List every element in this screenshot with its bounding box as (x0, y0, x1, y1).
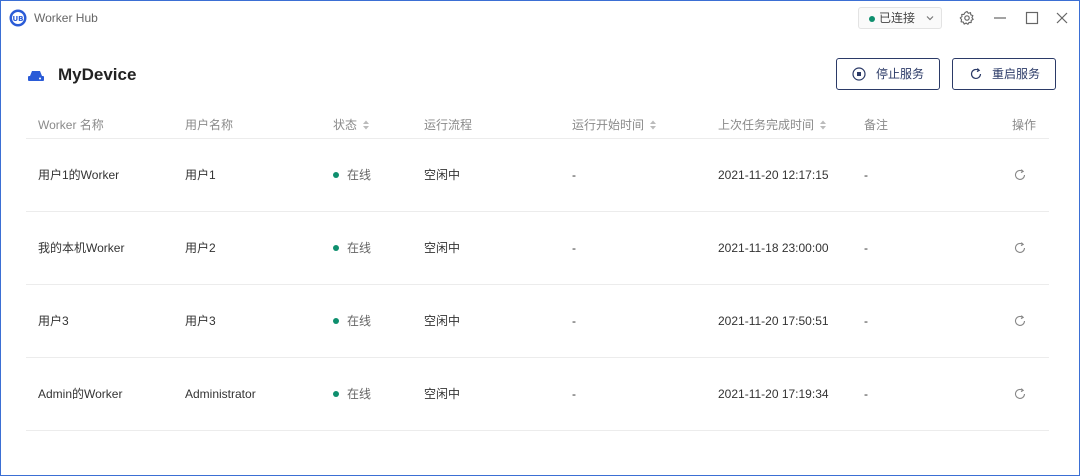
cell-last-finished: 2021-11-20 12:17:15 (718, 168, 829, 182)
stop-service-button[interactable]: 停止服务 (836, 58, 940, 90)
cell-worker-name: Admin的Worker (38, 387, 123, 401)
cell-user-name: Administrator (185, 387, 256, 401)
cell-note: - (864, 314, 868, 328)
column-header-name: Worker 名称 (38, 118, 104, 132)
device-icon (28, 71, 44, 81)
column-header-status[interactable]: 状态 (333, 118, 370, 133)
app-title: Worker Hub (34, 11, 98, 25)
cell-last-finished: 2021-11-20 17:19:34 (718, 387, 829, 401)
stop-circle-icon (852, 67, 866, 81)
column-header-ops: 操作 (1012, 118, 1037, 132)
sort-icon[interactable] (649, 119, 657, 131)
sort-icon[interactable] (819, 119, 827, 131)
cell-worker-name: 用户3 (38, 314, 69, 328)
column-header-flow: 运行流程 (424, 118, 473, 132)
cell-flow: 空闲中 (424, 168, 461, 182)
table-row: 用户1的Worker 用户1 在线 空闲中 - 2021-11-20 12:17… (26, 139, 1049, 212)
app-window: UB Worker Hub 已连接 MyDevice 停止服务 重启服务 Wor… (0, 0, 1080, 476)
restart-service-button[interactable]: 重启服务 (952, 58, 1056, 90)
column-header-last-finished[interactable]: 上次任务完成时间 (718, 118, 827, 133)
refresh-icon[interactable] (1013, 314, 1027, 328)
cell-worker-name: 用户1的Worker (38, 168, 120, 182)
page-title: MyDevice (58, 65, 137, 84)
column-header-note: 备注 (864, 118, 889, 132)
status-label: 在线 (347, 314, 372, 328)
cell-note: - (864, 241, 868, 255)
cell-flow: 空闲中 (424, 241, 461, 255)
refresh-icon[interactable] (1013, 241, 1027, 255)
column-header-start-time-label: 运行开始时间 (572, 118, 645, 132)
sort-icon[interactable] (362, 119, 370, 131)
status-label: 在线 (347, 241, 372, 255)
connection-status-label: 已连接 (879, 11, 916, 25)
cell-flow: 空闲中 (424, 314, 461, 328)
close-icon[interactable] (1053, 9, 1071, 27)
cell-start-time: - (572, 241, 576, 255)
cell-last-finished: 2021-11-18 23:00:00 (718, 241, 829, 255)
status-dot (333, 318, 339, 324)
restart-service-label: 重启服务 (992, 67, 1041, 81)
table-header: Worker 名称 用户名称 状态 运行流程 运行开始时间 上次任务完成时间 备… (26, 114, 1049, 139)
worker-hub-logo-icon: UB (9, 9, 27, 27)
cell-worker-name: 我的本机Worker (38, 241, 125, 255)
worker-table: Worker 名称 用户名称 状态 运行流程 运行开始时间 上次任务完成时间 备… (26, 114, 1049, 431)
column-header-user: 用户名称 (185, 118, 234, 132)
table-row: 我的本机Worker 用户2 在线 空闲中 - 2021-11-18 23:00… (26, 212, 1049, 285)
status-dot (333, 245, 339, 251)
refresh-icon (970, 68, 982, 80)
svg-text:UB: UB (12, 15, 23, 23)
table-row: 用户3 用户3 在线 空闲中 - 2021-11-20 17:50:51 - (26, 285, 1049, 358)
connection-status-dot (869, 16, 875, 22)
cell-user-name: 用户1 (185, 168, 216, 182)
cell-note: - (864, 387, 868, 401)
status-dot (333, 391, 339, 397)
cell-start-time: - (572, 168, 576, 182)
status-label: 在线 (347, 387, 372, 401)
stop-service-label: 停止服务 (876, 67, 925, 81)
chevron-down-icon (926, 16, 934, 21)
gear-icon[interactable] (958, 9, 976, 27)
minimize-icon[interactable] (991, 9, 1009, 27)
cell-start-time: - (572, 314, 576, 328)
column-header-start-time[interactable]: 运行开始时间 (572, 118, 657, 133)
status-label: 在线 (347, 168, 372, 182)
cell-start-time: - (572, 387, 576, 401)
table-row: Admin的Worker Administrator 在线 空闲中 - 2021… (26, 358, 1049, 431)
title-bar: UB Worker Hub 已连接 (1, 1, 1079, 35)
status-dot (333, 172, 339, 178)
cell-user-name: 用户3 (185, 314, 216, 328)
connection-status-dropdown[interactable]: 已连接 (858, 7, 942, 29)
refresh-icon[interactable] (1013, 168, 1027, 182)
maximize-icon[interactable] (1023, 9, 1041, 27)
cell-note: - (864, 168, 868, 182)
column-header-last-finished-label: 上次任务完成时间 (718, 118, 815, 132)
column-header-status-label: 状态 (333, 118, 358, 132)
refresh-icon[interactable] (1013, 387, 1027, 401)
cell-user-name: 用户2 (185, 241, 216, 255)
cell-last-finished: 2021-11-20 17:50:51 (718, 314, 829, 328)
cell-flow: 空闲中 (424, 387, 461, 401)
